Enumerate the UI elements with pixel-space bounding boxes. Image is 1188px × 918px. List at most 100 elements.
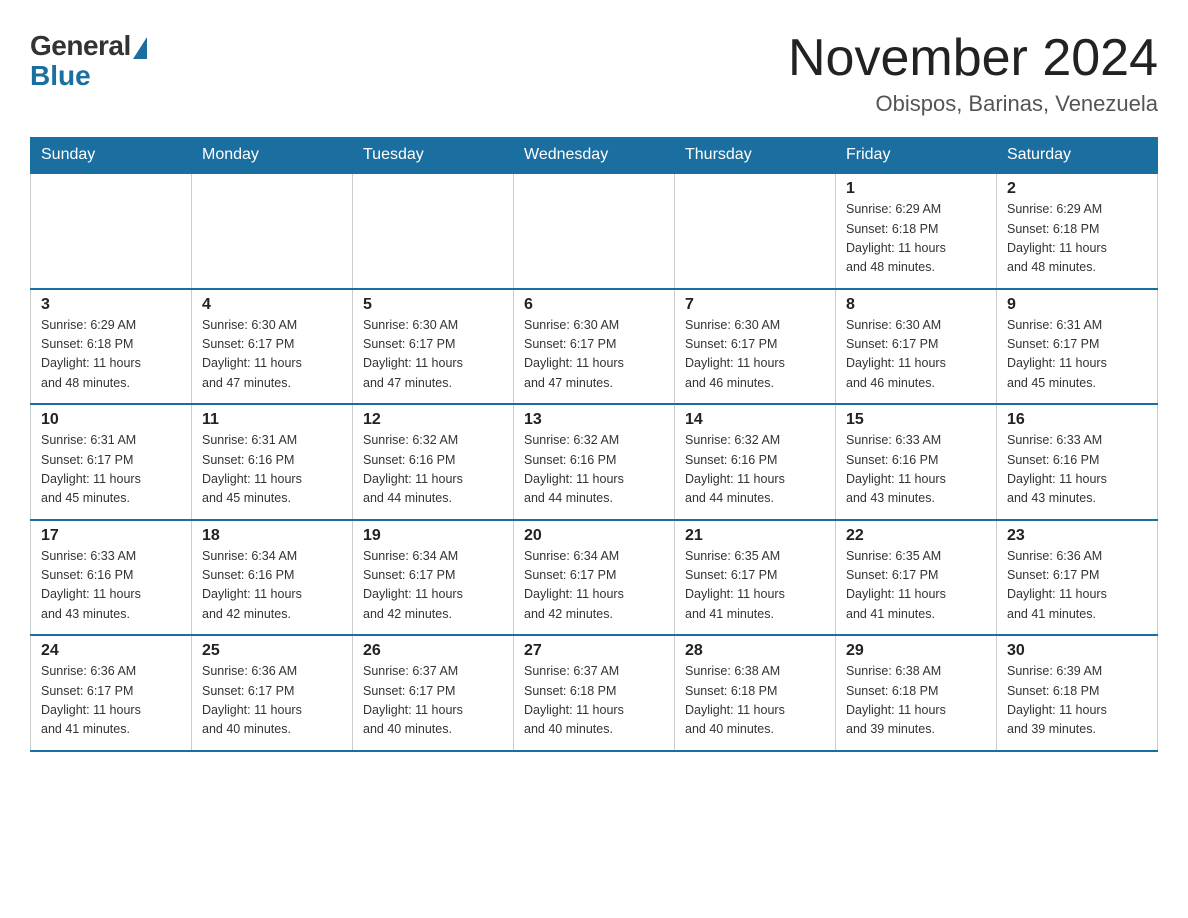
- calendar-cell: 23 Sunrise: 6:36 AMSunset: 6:17 PMDayligh…: [997, 520, 1158, 636]
- calendar-cell: 3Sunrise: 6:29 AMSunset: 6:18 PMDaylight…: [31, 289, 192, 405]
- day-info: Sunrise: 6:36 AMSunset: 6:17 PMDaylight:…: [202, 662, 342, 740]
- day-number: 17: [41, 527, 181, 545]
- location-title: Obispos, Barinas, Venezuela: [788, 91, 1158, 117]
- day-number: 28: [685, 642, 825, 660]
- day-number: 1: [846, 180, 986, 198]
- calendar-cell: 10Sunrise: 6:31 AMSunset: 6:17 PMDayligh…: [31, 404, 192, 520]
- day-info: Sunrise: 6:36 AMSunset: 6:17 PMDaylight:…: [1007, 547, 1147, 625]
- day-info: Sunrise: 6:34 AMSunset: 6:17 PMDaylight:…: [363, 547, 503, 625]
- day-number: 18: [202, 527, 342, 545]
- day-info: Sunrise: 6:33 AMSunset: 6:16 PMDaylight:…: [41, 547, 181, 625]
- column-header-sunday: Sunday: [31, 138, 192, 174]
- day-number: 24: [41, 642, 181, 660]
- day-info: Sunrise: 6:36 AMSunset: 6:17 PMDaylight:…: [41, 662, 181, 740]
- title-area: November 2024 Obispos, Barinas, Venezuel…: [788, 30, 1158, 117]
- day-number: 2: [1007, 180, 1147, 198]
- day-number: 8: [846, 296, 986, 314]
- calendar-cell: 6 Sunrise: 6:30 AMSunset: 6:17 PMDaylight…: [514, 289, 675, 405]
- calendar-cell: 30 Sunrise: 6:39 AMSunset: 6:18 PMDayligh…: [997, 635, 1158, 751]
- day-info: Sunrise: 6:39 AMSunset: 6:18 PMDaylight:…: [1007, 662, 1147, 740]
- day-number: 22: [846, 527, 986, 545]
- day-info: Sunrise: 6:30 AMSunset: 6:17 PMDaylight:…: [685, 316, 825, 394]
- header: General Blue November 2024 Obispos, Bari…: [30, 30, 1158, 117]
- calendar-cell: 5 Sunrise: 6:30 AMSunset: 6:17 PMDaylight…: [353, 289, 514, 405]
- day-info: Sunrise: 6:33 AMSunset: 6:16 PMDaylight:…: [846, 431, 986, 509]
- calendar-cell: [353, 173, 514, 289]
- day-info: Sunrise: 6:32 AMSunset: 6:16 PMDaylight:…: [363, 431, 503, 509]
- day-number: 30: [1007, 642, 1147, 660]
- day-info: Sunrise: 6:35 AMSunset: 6:17 PMDaylight:…: [846, 547, 986, 625]
- column-header-wednesday: Wednesday: [514, 138, 675, 174]
- day-info: Sunrise: 6:34 AMSunset: 6:16 PMDaylight:…: [202, 547, 342, 625]
- calendar-cell: 22 Sunrise: 6:35 AMSunset: 6:17 PMDayligh…: [836, 520, 997, 636]
- day-number: 13: [524, 411, 664, 429]
- day-info: Sunrise: 6:37 AMSunset: 6:17 PMDaylight:…: [363, 662, 503, 740]
- day-info: Sunrise: 6:31 AMSunset: 6:17 PMDaylight:…: [41, 431, 181, 509]
- day-number: 4: [202, 296, 342, 314]
- column-header-tuesday: Tuesday: [353, 138, 514, 174]
- day-info: Sunrise: 6:32 AMSunset: 6:16 PMDaylight:…: [685, 431, 825, 509]
- week-row-5: 24 Sunrise: 6:36 AMSunset: 6:17 PMDayligh…: [31, 635, 1158, 751]
- day-number: 7: [685, 296, 825, 314]
- logo-general-text: General: [30, 30, 131, 62]
- calendar-cell: 4 Sunrise: 6:30 AMSunset: 6:17 PMDaylight…: [192, 289, 353, 405]
- calendar-cell: 14Sunrise: 6:32 AMSunset: 6:16 PMDayligh…: [675, 404, 836, 520]
- day-info: Sunrise: 6:37 AMSunset: 6:18 PMDaylight:…: [524, 662, 664, 740]
- calendar-cell: [675, 173, 836, 289]
- day-number: 15: [846, 411, 986, 429]
- week-row-2: 3Sunrise: 6:29 AMSunset: 6:18 PMDaylight…: [31, 289, 1158, 405]
- day-info: Sunrise: 6:34 AMSunset: 6:17 PMDaylight:…: [524, 547, 664, 625]
- calendar-cell: 7 Sunrise: 6:30 AMSunset: 6:17 PMDaylight…: [675, 289, 836, 405]
- logo-triangle-icon: [133, 37, 147, 59]
- calendar-cell: 21 Sunrise: 6:35 AMSunset: 6:17 PMDayligh…: [675, 520, 836, 636]
- day-number: 5: [363, 296, 503, 314]
- day-number: 12: [363, 411, 503, 429]
- calendar-cell: 25 Sunrise: 6:36 AMSunset: 6:17 PMDayligh…: [192, 635, 353, 751]
- calendar-cell: 26Sunrise: 6:37 AMSunset: 6:17 PMDayligh…: [353, 635, 514, 751]
- day-number: 21: [685, 527, 825, 545]
- calendar-cell: 16 Sunrise: 6:33 AMSunset: 6:16 PMDayligh…: [997, 404, 1158, 520]
- calendar-table: SundayMondayTuesdayWednesdayThursdayFrid…: [30, 137, 1158, 752]
- month-title: November 2024: [788, 30, 1158, 87]
- calendar-cell: 1 Sunrise: 6:29 AMSunset: 6:18 PMDaylight…: [836, 173, 997, 289]
- calendar-cell: 12 Sunrise: 6:32 AMSunset: 6:16 PMDayligh…: [353, 404, 514, 520]
- calendar-cell: 24 Sunrise: 6:36 AMSunset: 6:17 PMDayligh…: [31, 635, 192, 751]
- day-info: Sunrise: 6:31 AMSunset: 6:17 PMDaylight:…: [1007, 316, 1147, 394]
- day-info: Sunrise: 6:38 AMSunset: 6:18 PMDaylight:…: [685, 662, 825, 740]
- day-info: Sunrise: 6:30 AMSunset: 6:17 PMDaylight:…: [846, 316, 986, 394]
- calendar-cell: 9 Sunrise: 6:31 AMSunset: 6:17 PMDaylight…: [997, 289, 1158, 405]
- day-number: 23: [1007, 527, 1147, 545]
- calendar-cell: 19 Sunrise: 6:34 AMSunset: 6:17 PMDayligh…: [353, 520, 514, 636]
- day-number: 6: [524, 296, 664, 314]
- column-header-thursday: Thursday: [675, 138, 836, 174]
- day-info: Sunrise: 6:30 AMSunset: 6:17 PMDaylight:…: [202, 316, 342, 394]
- day-number: 20: [524, 527, 664, 545]
- header-row: SundayMondayTuesdayWednesdayThursdayFrid…: [31, 138, 1158, 174]
- day-info: Sunrise: 6:35 AMSunset: 6:17 PMDaylight:…: [685, 547, 825, 625]
- calendar-cell: 27Sunrise: 6:37 AMSunset: 6:18 PMDayligh…: [514, 635, 675, 751]
- logo-blue-text: Blue: [30, 60, 91, 92]
- calendar-cell: 2 Sunrise: 6:29 AMSunset: 6:18 PMDaylight…: [997, 173, 1158, 289]
- calendar-cell: [192, 173, 353, 289]
- day-info: Sunrise: 6:30 AMSunset: 6:17 PMDaylight:…: [524, 316, 664, 394]
- day-info: Sunrise: 6:33 AMSunset: 6:16 PMDaylight:…: [1007, 431, 1147, 509]
- calendar-cell: 28 Sunrise: 6:38 AMSunset: 6:18 PMDayligh…: [675, 635, 836, 751]
- week-row-1: 1 Sunrise: 6:29 AMSunset: 6:18 PMDaylight…: [31, 173, 1158, 289]
- calendar-cell: 17 Sunrise: 6:33 AMSunset: 6:16 PMDayligh…: [31, 520, 192, 636]
- calendar-cell: 8 Sunrise: 6:30 AMSunset: 6:17 PMDaylight…: [836, 289, 997, 405]
- day-info: Sunrise: 6:38 AMSunset: 6:18 PMDaylight:…: [846, 662, 986, 740]
- day-info: Sunrise: 6:30 AMSunset: 6:17 PMDaylight:…: [363, 316, 503, 394]
- day-info: Sunrise: 6:29 AMSunset: 6:18 PMDaylight:…: [846, 200, 986, 278]
- calendar-cell: 18 Sunrise: 6:34 AMSunset: 6:16 PMDayligh…: [192, 520, 353, 636]
- day-number: 19: [363, 527, 503, 545]
- day-info: Sunrise: 6:32 AMSunset: 6:16 PMDaylight:…: [524, 431, 664, 509]
- day-number: 11: [202, 411, 342, 429]
- day-number: 3: [41, 296, 181, 314]
- day-info: Sunrise: 6:29 AMSunset: 6:18 PMDaylight:…: [1007, 200, 1147, 278]
- day-number: 25: [202, 642, 342, 660]
- day-number: 9: [1007, 296, 1147, 314]
- calendar-cell: 29 Sunrise: 6:38 AMSunset: 6:18 PMDayligh…: [836, 635, 997, 751]
- day-number: 29: [846, 642, 986, 660]
- calendar-cell: 11Sunrise: 6:31 AMSunset: 6:16 PMDayligh…: [192, 404, 353, 520]
- day-number: 16: [1007, 411, 1147, 429]
